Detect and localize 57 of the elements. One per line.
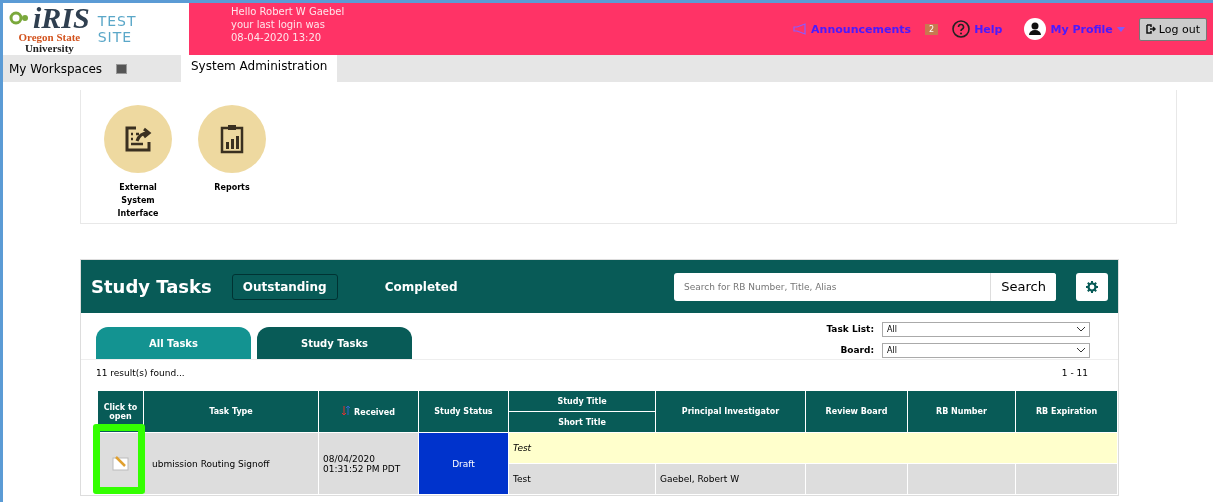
- settings-icon: [1086, 280, 1098, 293]
- column-header: Review Board: [805, 390, 908, 433]
- dropdown-icon[interactable]: [116, 63, 128, 74]
- table-cell: Test: [508, 432, 1118, 464]
- caret-icon: [1116, 26, 1125, 32]
- workspaces-label: My Workspaces: [9, 61, 103, 76]
- column-header: RB Expiration: [1015, 390, 1118, 433]
- table-cell: ubmission Routing Signoff: [143, 432, 319, 495]
- logo-text: iRIS: [33, 4, 90, 32]
- count-badge: 2: [925, 23, 939, 35]
- select-field[interactable]: All: [882, 321, 1090, 337]
- site-label: TEST: [97, 13, 137, 29]
- column-header: Study Status: [418, 390, 509, 433]
- panel-title: Study Tasks: [91, 276, 212, 297]
- nav-tab[interactable]: System Administration: [181, 55, 338, 82]
- search-button[interactable]: Search: [990, 272, 1056, 301]
- page-range: 1 - 11: [1061, 368, 1088, 380]
- report-chart-icon: [220, 124, 244, 154]
- column-header: Study Title: [508, 390, 656, 412]
- greeting-text: Hello Robert W Gaebel: [231, 5, 346, 18]
- table-cell: Test: [508, 463, 656, 495]
- logout-icon: [1145, 24, 1156, 34]
- results-count: 11 result(s) found...: [96, 368, 185, 380]
- chevron-icon: [1077, 347, 1085, 353]
- column-header: Task Type: [143, 390, 319, 433]
- avatar-icon: [1024, 18, 1047, 40]
- task-tab[interactable]: All Tasks: [96, 327, 251, 359]
- filter-tab[interactable]: Completed: [373, 273, 469, 300]
- logo-rings-icon: [9, 11, 31, 25]
- highlight-frame: [93, 424, 145, 494]
- select-field[interactable]: All: [882, 342, 1090, 358]
- status-cell: Draft: [418, 432, 509, 495]
- select-label: Board:: [839, 345, 874, 355]
- university-name: University: [24, 43, 75, 54]
- site-label: SITE: [97, 29, 134, 45]
- tile-label: Reports: [214, 182, 250, 194]
- settings-button[interactable]: [1076, 272, 1108, 301]
- chevron-icon: [1077, 326, 1085, 332]
- logout-button[interactable]: Log out: [1138, 17, 1207, 41]
- filter-tab[interactable]: Outstanding: [231, 273, 338, 300]
- edit-note-icon: [111, 454, 130, 471]
- table-cell: 08/04/2020 01:31:52 PM PDT: [318, 432, 419, 495]
- greeting-text: your last login was: [231, 18, 326, 31]
- table-cell: Gaebel, Robert W: [655, 463, 806, 495]
- search-field[interactable]: Search for RB Number, Title, Alias Search: [674, 272, 1056, 301]
- export-list-icon: [123, 124, 153, 154]
- university-name: Oregon State: [17, 32, 82, 43]
- tile-label: External System Interface: [116, 182, 160, 220]
- task-tab[interactable]: Study Tasks: [257, 327, 412, 359]
- megaphone-icon: [793, 23, 808, 35]
- sort-icon: [342, 406, 351, 415]
- help-icon: [952, 20, 971, 38]
- column-header: RB Number: [907, 390, 1016, 433]
- column-header: Principal Investigator: [655, 390, 806, 433]
- greeting-text: 08-04-2020 13:20: [231, 31, 323, 44]
- column-header[interactable]: Received: [318, 390, 419, 433]
- select-label: Task List:: [826, 324, 874, 334]
